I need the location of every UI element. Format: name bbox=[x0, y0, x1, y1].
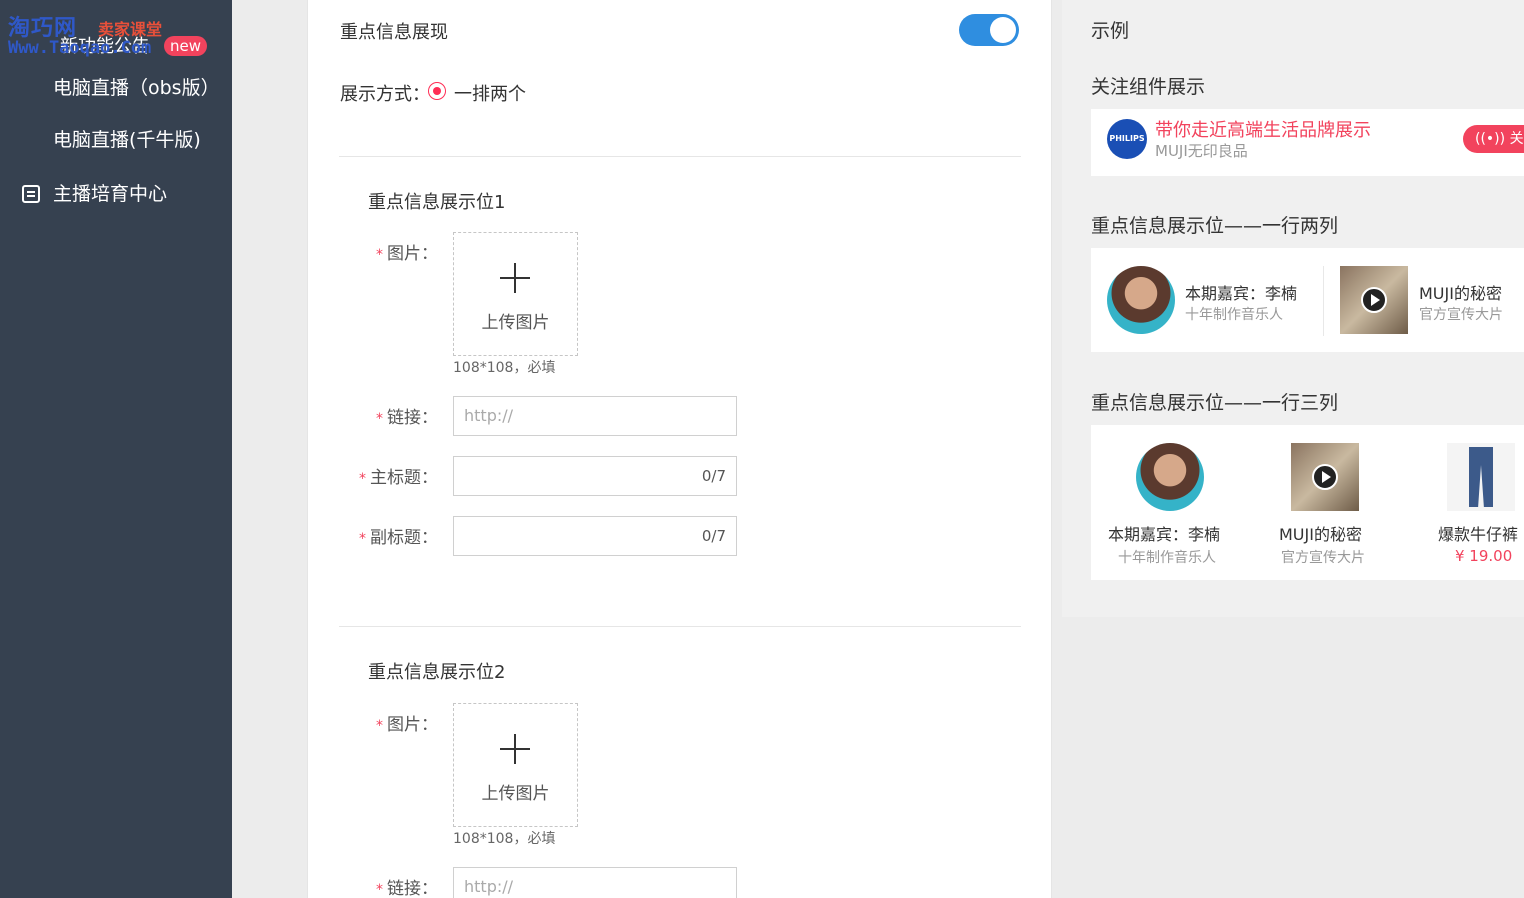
sidebar-item-anchor-center[interactable]: 主播培育中心 bbox=[0, 174, 232, 214]
follow-button-label: 关注 bbox=[1509, 131, 1524, 147]
watermark: 新功能公告 淘巧网 卖家课堂 Www.Taoqao.Com new bbox=[8, 10, 218, 62]
plus-icon bbox=[500, 734, 530, 764]
three-col-card: 本期嘉宾：李楠 十年制作音乐人 MUJI的秘密 官方宣传大片 爆款牛仔裤 ¥ 1… bbox=[1091, 425, 1524, 580]
philips-logo: PHILIPS bbox=[1107, 119, 1147, 159]
slot-title: 重点信息展示位1 bbox=[368, 192, 506, 213]
follow-section-title: 关注组件展示 bbox=[1091, 76, 1206, 98]
main-title-label-text: 主标题： bbox=[370, 468, 438, 488]
image-hint: 108*108，必填 bbox=[453, 831, 556, 847]
image-upload[interactable]: 上传图片 bbox=[453, 703, 578, 827]
link-placeholder: http:// bbox=[464, 406, 514, 425]
two-col-title: 重点信息展示位——一行两列 bbox=[1091, 215, 1339, 237]
sidebar: 新功能公告 淘巧网 卖家课堂 Www.Taoqao.Com new 电脑直播（o… bbox=[0, 0, 232, 898]
display-mode-label: 展示方式： bbox=[340, 84, 430, 105]
preview-title: 示例 bbox=[1091, 20, 1130, 42]
char-counter: 0/7 bbox=[701, 527, 726, 545]
image-label-text: 图片： bbox=[387, 244, 438, 264]
play-icon bbox=[1312, 464, 1338, 490]
image-label: * 图片： bbox=[308, 239, 438, 264]
watermark-url: Www.Taoqao.Com bbox=[8, 38, 152, 58]
item-name: 本期嘉宾：李楠 bbox=[1185, 284, 1298, 303]
required-mark: * bbox=[376, 247, 383, 263]
sidebar-item-label: 电脑直播（obs版） bbox=[53, 77, 220, 99]
section-title: 重点信息展现 bbox=[340, 22, 448, 43]
video-thumb bbox=[1340, 266, 1408, 334]
item-sub: 十年制作音乐人 bbox=[1185, 307, 1283, 323]
three-col-title: 重点信息展示位——一行三列 bbox=[1091, 392, 1339, 414]
link-label: * 链接： bbox=[308, 874, 438, 898]
link-input[interactable]: http:// bbox=[453, 867, 737, 898]
sidebar-item-obs-live[interactable]: 电脑直播（obs版） bbox=[0, 68, 232, 108]
follow-card: PHILIPS 带你走近高端生活品牌展示 MUJI无印良品 ((•)) 关注 bbox=[1091, 109, 1524, 176]
link-label-text: 链接： bbox=[387, 879, 438, 898]
divider bbox=[339, 626, 1021, 627]
upload-text: 上传图片 bbox=[481, 313, 550, 333]
follow-sub: MUJI无印良品 bbox=[1155, 142, 1248, 160]
follow-headline: 带你走近高端生活品牌展示 bbox=[1155, 120, 1371, 141]
link-input[interactable]: http:// bbox=[453, 396, 737, 436]
guest-avatar bbox=[1136, 443, 1204, 511]
divider bbox=[339, 156, 1021, 157]
required-mark: * bbox=[376, 882, 383, 898]
display-mode-option[interactable]: 一排两个 bbox=[454, 80, 526, 106]
item-price: ¥ 19.00 bbox=[1455, 547, 1513, 565]
plus-icon bbox=[500, 263, 530, 293]
required-mark: * bbox=[359, 531, 366, 547]
radio-one-row-two[interactable] bbox=[428, 82, 446, 100]
required-mark: * bbox=[359, 471, 366, 487]
image-label: * 图片： bbox=[308, 710, 438, 735]
link-label-text: 链接： bbox=[387, 408, 438, 428]
item-sub: 十年制作音乐人 bbox=[1118, 550, 1216, 566]
required-mark: * bbox=[376, 718, 383, 734]
image-hint: 108*108，必填 bbox=[453, 360, 556, 376]
form-panel: 重点信息展现 展示方式： 一排两个 重点信息展示位1 * 图片： 上传图片 108… bbox=[307, 0, 1052, 898]
sidebar-item-label: 主播培育中心 bbox=[53, 183, 168, 205]
sidebar-item-qianniu-live[interactable]: 电脑直播(千牛版) bbox=[0, 120, 232, 160]
two-col-card: 本期嘉宾：李楠 十年制作音乐人 MUJI的秘密 官方宣传大片 bbox=[1091, 248, 1524, 352]
upload-text: 上传图片 bbox=[481, 784, 550, 804]
play-icon bbox=[1361, 287, 1387, 313]
jeans-image bbox=[1447, 443, 1515, 511]
main-title-input[interactable]: 0/7 bbox=[453, 456, 737, 496]
image-label-text: 图片： bbox=[387, 715, 438, 735]
item-sub: 官方宣传大片 bbox=[1281, 550, 1365, 566]
subtitle-label: * 副标题： bbox=[308, 523, 438, 548]
preview-panel: 示例 关注组件展示 PHILIPS 带你走近高端生活品牌展示 MUJI无印良品 … bbox=[1062, 0, 1524, 617]
item-sub: 官方宣传大片 bbox=[1419, 307, 1503, 323]
item-name: 本期嘉宾：李楠 bbox=[1108, 525, 1221, 544]
link-placeholder: http:// bbox=[464, 877, 514, 896]
main-title-label: * 主标题： bbox=[308, 463, 438, 488]
char-counter: 0/7 bbox=[701, 467, 726, 485]
subtitle-input[interactable]: 0/7 bbox=[453, 516, 737, 556]
item-name: 爆款牛仔裤 bbox=[1438, 525, 1519, 544]
display-toggle[interactable] bbox=[959, 14, 1019, 46]
slot-title: 重点信息展示位2 bbox=[368, 662, 506, 683]
video-thumb bbox=[1291, 443, 1359, 511]
guest-avatar bbox=[1107, 266, 1175, 334]
subtitle-label-text: 副标题： bbox=[370, 528, 438, 548]
watermark-tag: 卖家课堂 bbox=[98, 20, 163, 39]
item-name: MUJI的秘密 bbox=[1419, 284, 1502, 303]
link-label: * 链接： bbox=[308, 403, 438, 428]
required-mark: * bbox=[376, 411, 383, 427]
image-upload[interactable]: 上传图片 bbox=[453, 232, 578, 356]
follow-button[interactable]: ((•)) 关注 bbox=[1463, 125, 1524, 153]
sidebar-item-label: 电脑直播(千牛版) bbox=[53, 129, 201, 151]
new-badge: new bbox=[164, 36, 208, 56]
divider bbox=[1323, 266, 1324, 336]
document-icon bbox=[22, 185, 40, 203]
item-name: MUJI的秘密 bbox=[1279, 525, 1362, 544]
toggle-knob bbox=[990, 17, 1016, 43]
